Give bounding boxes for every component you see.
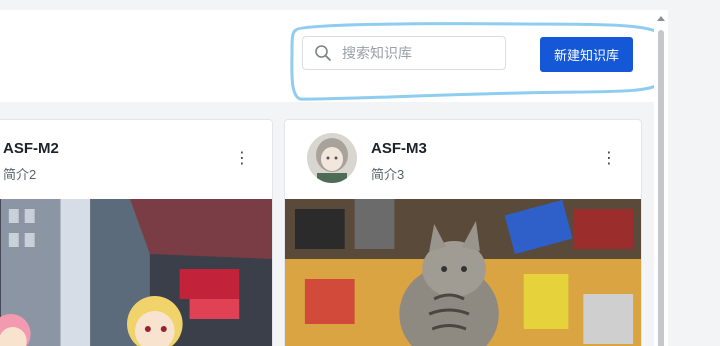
- search-input[interactable]: [340, 44, 504, 62]
- knowledge-base-page: 新建知识库 ASF-M2 简介2 ⋮: [0, 0, 720, 346]
- card-description: 简介3: [371, 167, 405, 182]
- more-vertical-icon[interactable]: ⋮: [234, 151, 250, 167]
- card-cover-image: [285, 199, 641, 346]
- avatar: [307, 133, 357, 183]
- more-vertical-icon[interactable]: ⋮: [601, 151, 617, 167]
- scroll-up-icon[interactable]: [657, 16, 665, 21]
- card-cover-image: [0, 199, 272, 346]
- scrollbar[interactable]: [654, 10, 668, 346]
- search-icon: [315, 45, 331, 61]
- search-box[interactable]: [302, 36, 506, 70]
- card-title: ASF-M2: [3, 140, 59, 157]
- card-description: 简介2: [3, 167, 37, 182]
- scrollbar-thumb[interactable]: [658, 30, 664, 346]
- knowledge-base-card[interactable]: ASF-M3 简介3 ⋮: [284, 119, 642, 346]
- card-title: ASF-M3: [371, 140, 427, 157]
- new-knowledge-base-button[interactable]: 新建知识库: [540, 37, 633, 72]
- knowledge-base-card[interactable]: ASF-M2 简介2 ⋮: [0, 119, 273, 346]
